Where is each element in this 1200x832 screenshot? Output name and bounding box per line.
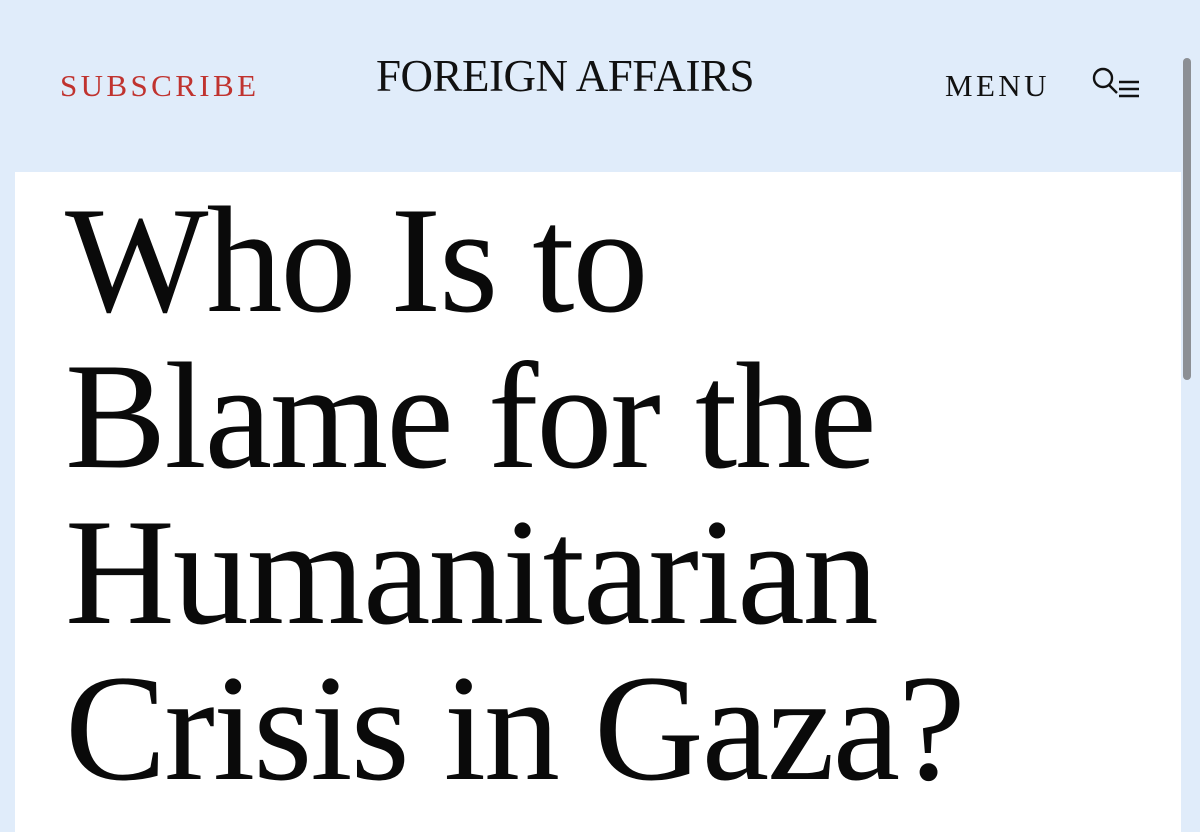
headline-line-1: Who Is to [65, 176, 648, 344]
scrollbar-thumb[interactable] [1183, 58, 1191, 380]
site-header: SUBSCRIBE FOREIGN AFFAIRS MENU [0, 0, 1200, 172]
article-headline: Who Is to Blame for the Humanitarian Cri… [65, 182, 1125, 806]
headline-line-2: Blame for the [65, 332, 877, 500]
site-logo[interactable]: FOREIGN AFFAIRS [376, 54, 755, 99]
headline-line-3: Humanitarian [65, 488, 879, 656]
menu-button[interactable]: MENU [945, 67, 1139, 106]
article-card: Who Is to Blame for the Humanitarian Cri… [15, 172, 1181, 832]
headline-line-4: Crisis in Gaza? [65, 644, 966, 812]
search-menu-icon [1092, 67, 1139, 98]
subscribe-link[interactable]: SUBSCRIBE [60, 70, 259, 101]
menu-label: MENU [945, 68, 1050, 103]
